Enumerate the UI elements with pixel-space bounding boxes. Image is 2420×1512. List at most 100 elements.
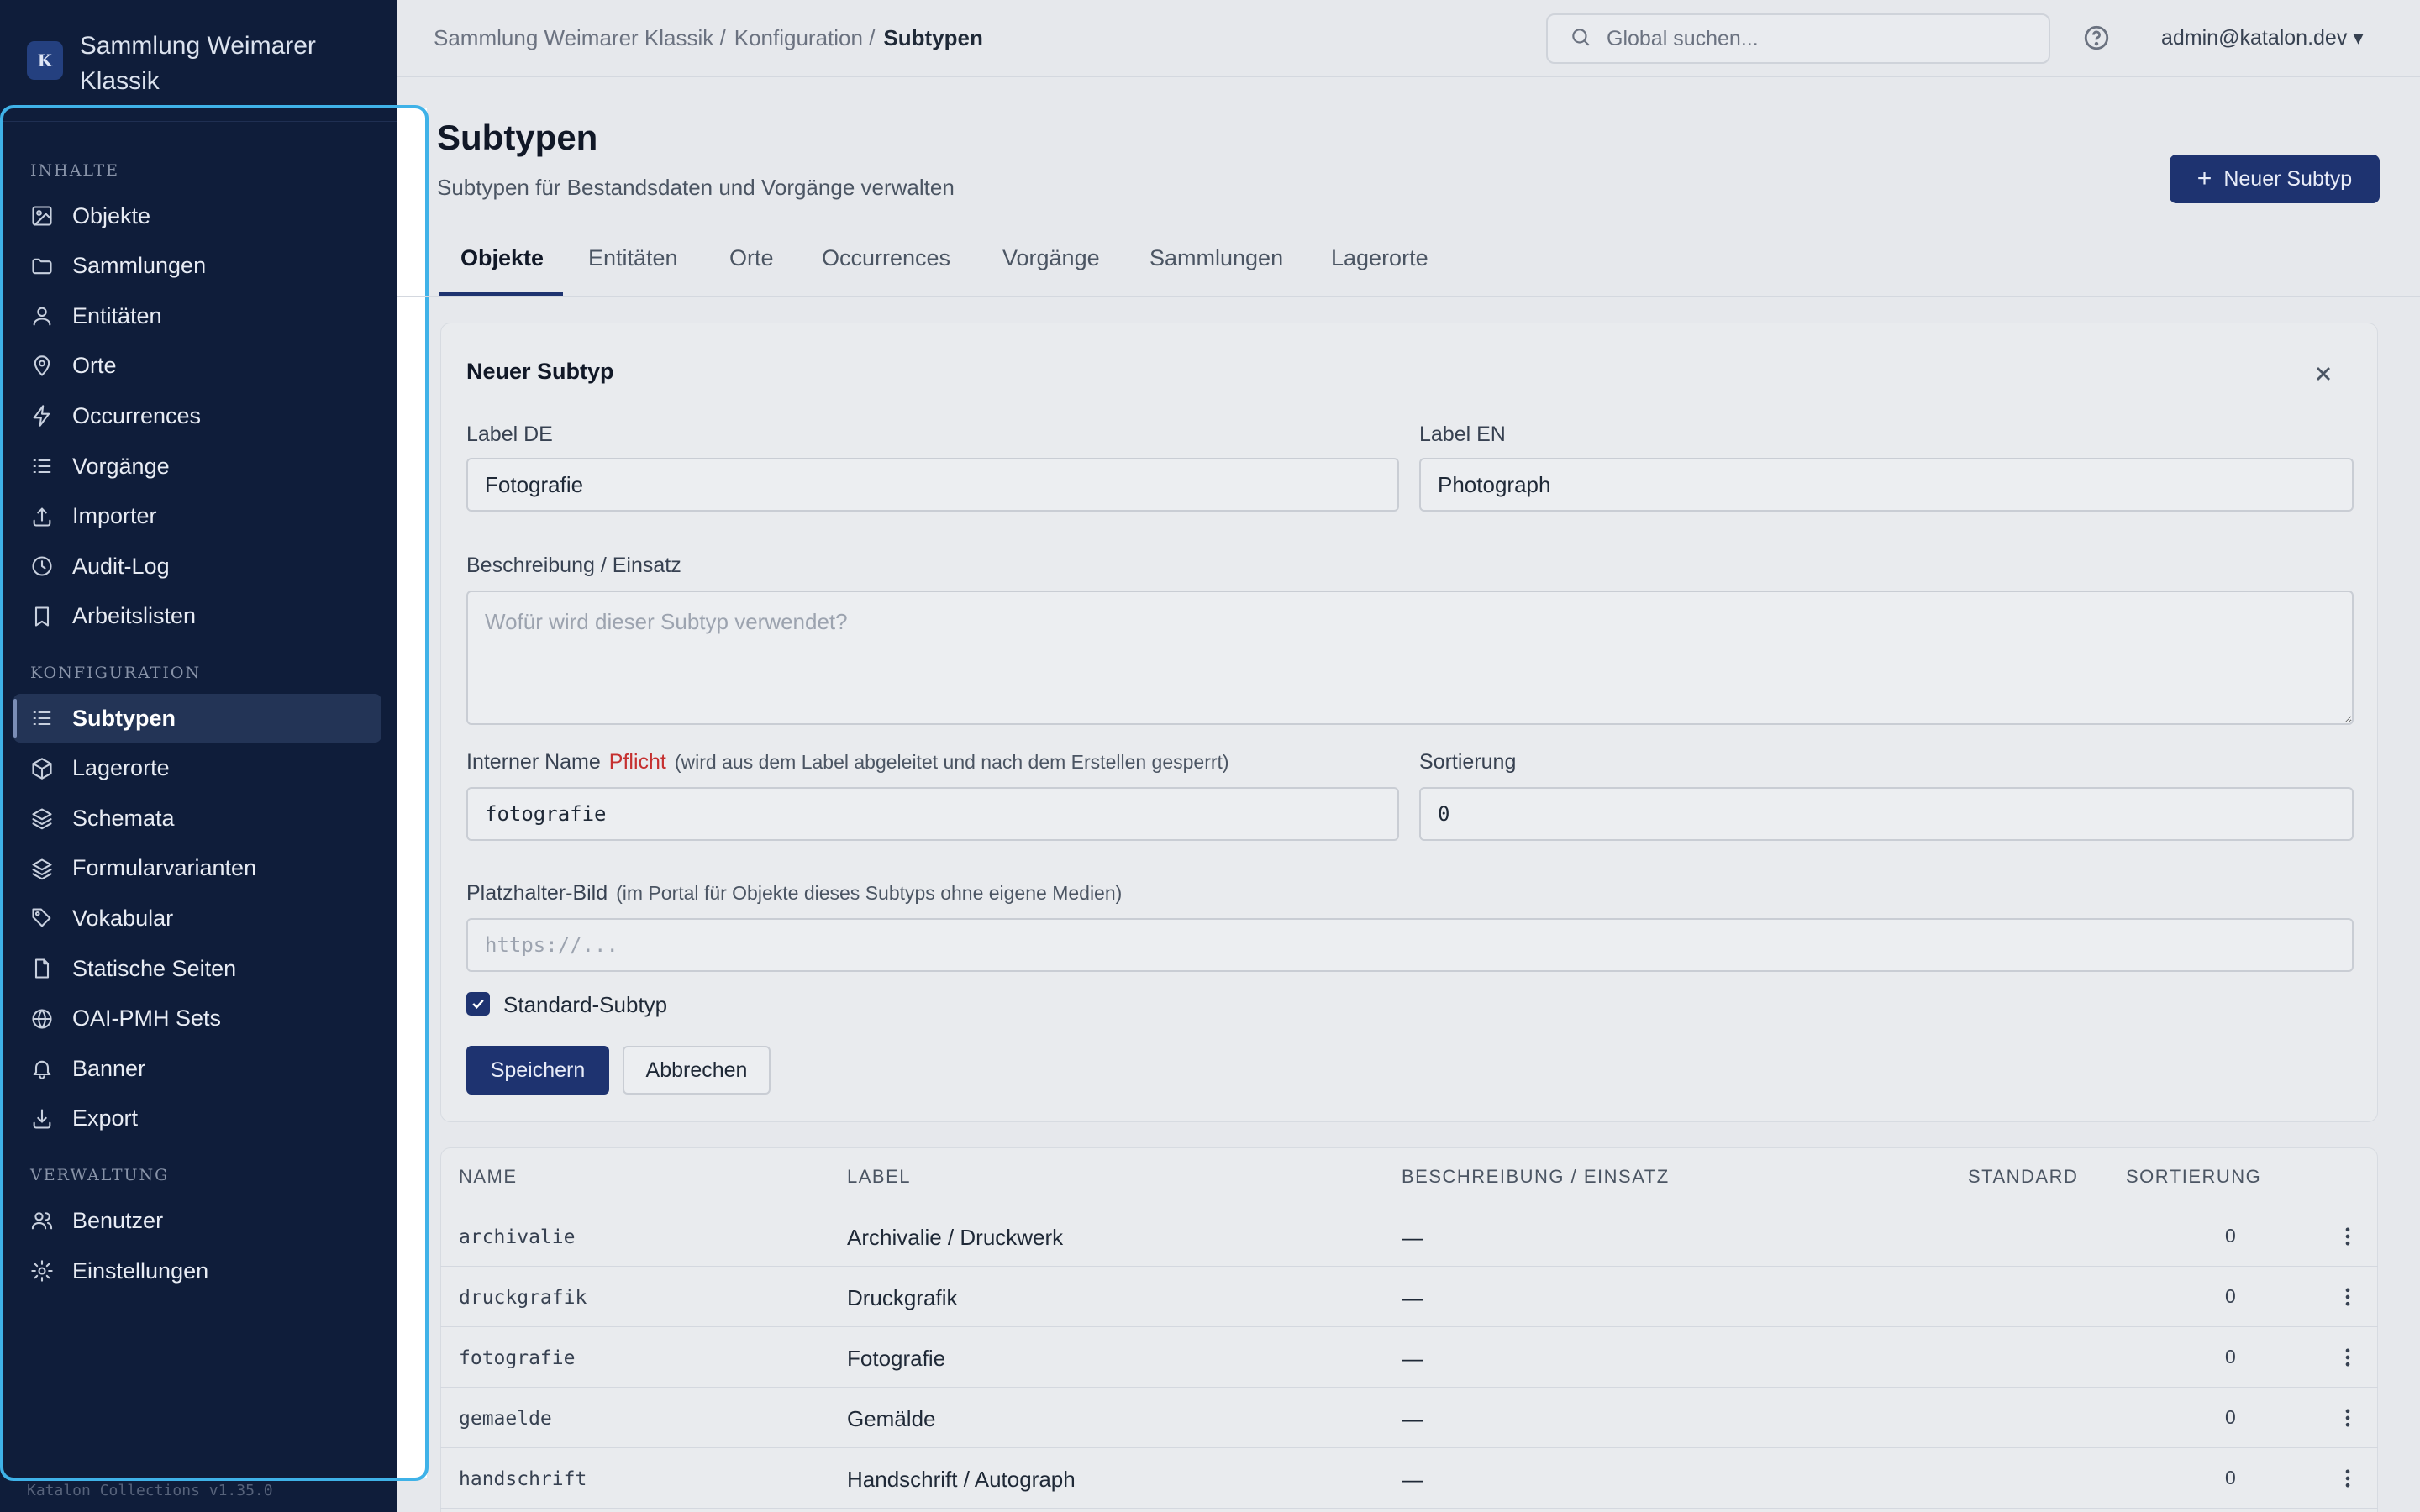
- sidebar-item-occurrences[interactable]: Occurrences: [13, 391, 381, 440]
- download-icon: [30, 1107, 54, 1131]
- form-title: Neuer Subtyp: [466, 359, 614, 384]
- internal-name-label: Interner Name Pflicht (wird aus dem Label …: [466, 750, 1229, 774]
- more-vertical-icon[interactable]: [2336, 1346, 2360, 1369]
- placeholder-image-input[interactable]: [466, 918, 2354, 972]
- description-label: Beschreibung / Einsatz: [466, 554, 681, 577]
- sidebar-item-lagerorte[interactable]: Lagerorte: [13, 744, 381, 793]
- focus-gutter: [397, 108, 427, 1478]
- sidebar-item-label: Audit-Log: [72, 553, 170, 579]
- column-header-label[interactable]: LABEL: [847, 1166, 911, 1188]
- sidebar-item-orte[interactable]: Orte: [13, 342, 381, 391]
- sidebar-item-benutzer[interactable]: Benutzer: [13, 1196, 381, 1245]
- sidebar-item-importer[interactable]: Importer: [13, 492, 381, 541]
- tab-lagerorte[interactable]: Lagerorte: [1331, 245, 1428, 271]
- sidebar-item-label: Einstellungen: [72, 1257, 209, 1284]
- sidebar-item-label: Arbeitslisten: [72, 603, 197, 629]
- sidebar-item-schemata[interactable]: Schemata: [13, 794, 381, 843]
- layers-icon: [30, 806, 54, 830]
- tab-entitaeten[interactable]: Entitäten: [588, 245, 678, 271]
- cancel-button[interactable]: Abbrechen: [623, 1046, 771, 1095]
- new-subtype-button[interactable]: + Neuer Subtyp: [2170, 155, 2380, 203]
- page-subtitle: Subtypen für Bestandsdaten und Vorgänge …: [437, 175, 955, 200]
- sidebar-item-sammlungen[interactable]: Sammlungen: [13, 242, 381, 291]
- tab-sammlungen[interactable]: Sammlungen: [1150, 245, 1283, 271]
- app-version: Katalon Collections v1.35.0: [27, 1482, 273, 1499]
- nav-group-title-konfiguration: KONFIGURATION: [30, 664, 202, 682]
- cell-name: handschrift: [459, 1468, 587, 1490]
- table-row[interactable]: druckgrafik Druckgrafik — 0: [440, 1267, 2378, 1327]
- label-en-input[interactable]: [1419, 458, 2354, 512]
- sidebar-item-vorg-nge[interactable]: Vorgänge: [13, 442, 381, 491]
- label-de-input[interactable]: [466, 458, 1399, 512]
- sidebar-item-subtypen[interactable]: Subtypen: [13, 694, 381, 743]
- column-header-sort[interactable]: SORTIERUNG: [2126, 1166, 2261, 1188]
- sidebar-item-audit-log[interactable]: Audit-Log: [13, 542, 381, 591]
- column-header-description[interactable]: BESCHREIBUNG / EINSATZ: [1402, 1166, 1670, 1188]
- description-textarea[interactable]: [466, 591, 2354, 725]
- cell-label: Druckgrafik: [847, 1285, 958, 1310]
- internal-name-input[interactable]: [466, 787, 1399, 841]
- user-icon: [30, 304, 54, 328]
- table-row[interactable]: gemaelde Gemälde — 0: [440, 1388, 2378, 1448]
- tab-occurrences[interactable]: Occurrences: [822, 245, 950, 271]
- sidebar-item-vokabular[interactable]: Vokabular: [13, 894, 381, 942]
- more-vertical-icon[interactable]: [2336, 1467, 2360, 1490]
- global-search[interactable]: [1546, 13, 2050, 64]
- breadcrumb-item-home[interactable]: Sammlung Weimarer Klassik /: [434, 25, 726, 51]
- search-input[interactable]: [1607, 26, 2044, 51]
- default-subtype-label[interactable]: Standard-Subtyp: [503, 992, 667, 1018]
- sidebar-item-formularvarianten[interactable]: Formularvarianten: [13, 844, 381, 893]
- table-row[interactable]: handschrift Handschrift / Autograph — 0: [440, 1448, 2378, 1509]
- sort-label: Sortierung: [1419, 750, 1517, 774]
- table-row[interactable]: fotografie Fotografie — 0: [440, 1327, 2378, 1388]
- cell-label: Archivalie / Druckwerk: [847, 1225, 1064, 1250]
- column-header-default[interactable]: STANDARD: [1968, 1166, 2078, 1188]
- sort-input[interactable]: [1419, 787, 2354, 841]
- map-pin-icon: [30, 354, 54, 378]
- plus-icon: +: [2196, 165, 2212, 192]
- more-vertical-icon[interactable]: [2336, 1225, 2360, 1248]
- label-de-label: Label DE: [466, 423, 553, 446]
- default-subtype-checkbox[interactable]: [466, 992, 490, 1016]
- brand-logo: K: [27, 41, 63, 80]
- table-row[interactable]: archivalie Archivalie / Druckwerk — 0: [440, 1206, 2378, 1267]
- file-icon: [30, 957, 54, 980]
- sidebar-item-label: Vorgänge: [72, 453, 170, 479]
- sidebar-item-label: Statische Seiten: [72, 955, 237, 981]
- save-button[interactable]: Speichern: [466, 1046, 609, 1095]
- user-menu[interactable]: admin@katalon.dev ▾: [2161, 25, 2364, 50]
- breadcrumb-item-konfiguration[interactable]: Konfiguration /: [734, 25, 876, 51]
- tab-objekte[interactable]: Objekte: [460, 245, 544, 271]
- tab-vorgaenge[interactable]: Vorgänge: [1002, 245, 1100, 271]
- sidebar-item-banner[interactable]: Banner: [13, 1044, 381, 1093]
- cell-description: —: [1402, 1285, 1423, 1310]
- sidebar-item-oai-pmh-sets[interactable]: OAI-PMH Sets: [13, 995, 381, 1043]
- brand-name: Sammlung Weimarer Klassik: [79, 32, 316, 95]
- sidebar-item-export[interactable]: Export: [13, 1095, 381, 1143]
- sidebar-item-objekte[interactable]: Objekte: [13, 192, 381, 240]
- tab-orte[interactable]: Orte: [729, 245, 774, 271]
- list-icon: [30, 454, 54, 478]
- more-vertical-icon[interactable]: [2336, 1406, 2360, 1430]
- sidebar-item-label: Vokabular: [72, 905, 174, 931]
- new-subtype-form: Neuer Subtyp Label DE Label EN Beschreib…: [440, 323, 2378, 1122]
- sidebar-item-label: Orte: [72, 353, 117, 379]
- close-icon[interactable]: [2312, 362, 2335, 386]
- sidebar-item-einstellungen[interactable]: Einstellungen: [13, 1247, 381, 1295]
- internal-name-label-text: Interner Name: [466, 750, 601, 774]
- sidebar-item-entit-ten[interactable]: Entitäten: [13, 291, 381, 340]
- sidebar-item-label: Importer: [72, 503, 157, 529]
- placeholder-image-label: Platzhalter-Bild (im Portal für Objekte d…: [466, 881, 1122, 906]
- more-vertical-icon[interactable]: [2336, 1285, 2360, 1309]
- image-icon: [30, 204, 54, 228]
- sidebar-item-arbeitslisten[interactable]: Arbeitslisten: [13, 592, 381, 641]
- brand[interactable]: K Sammlung Weimarer Klassik: [27, 29, 380, 109]
- cell-name: druckgrafik: [459, 1287, 587, 1309]
- help-icon[interactable]: [2082, 24, 2111, 52]
- sidebar-item-label: OAI-PMH Sets: [72, 1005, 222, 1032]
- sidebar-item-statische-seiten[interactable]: Statische Seiten: [13, 944, 381, 993]
- column-header-name[interactable]: NAME: [459, 1166, 518, 1188]
- clock-icon: [30, 554, 54, 578]
- cell-description: —: [1402, 1346, 1423, 1371]
- folder-icon: [30, 255, 54, 278]
